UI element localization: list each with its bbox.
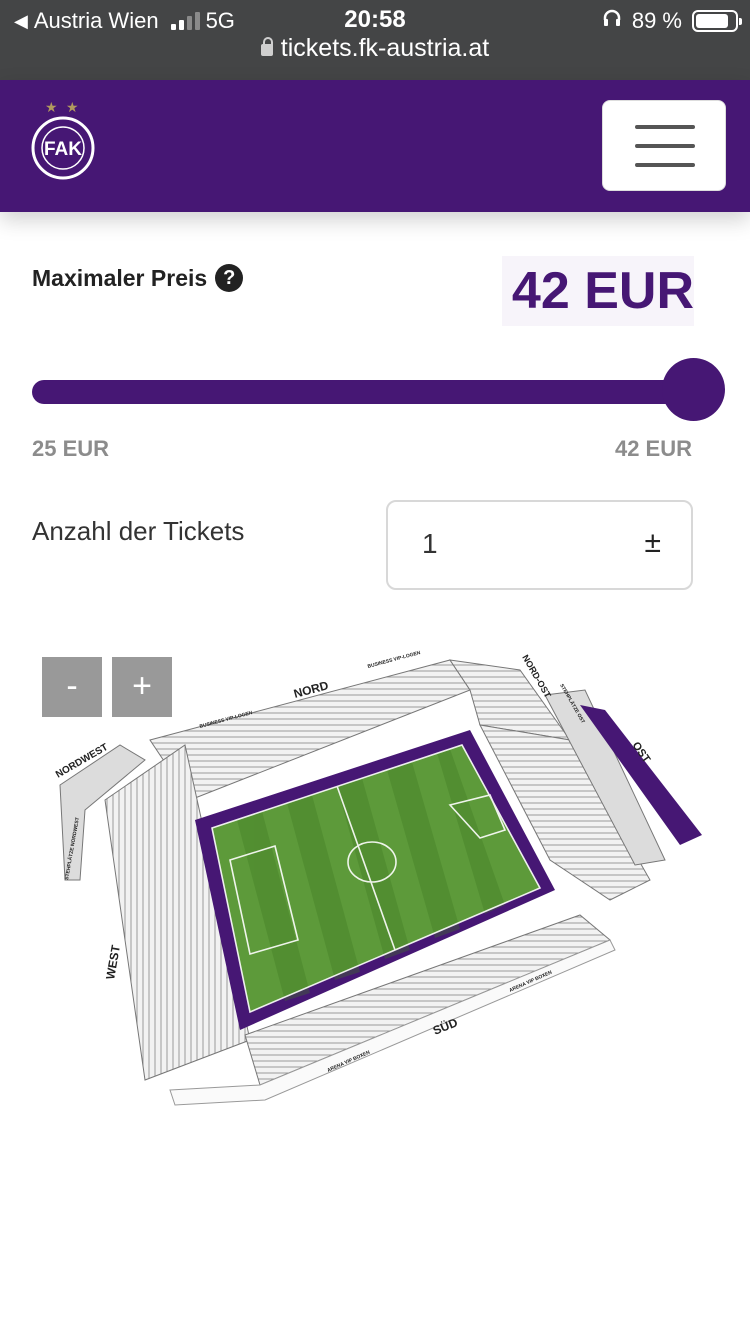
ticket-count-input[interactable]: 1 ±	[386, 500, 693, 590]
help-icon[interactable]: ?	[215, 264, 244, 292]
svg-text:★: ★	[66, 100, 79, 116]
battery-percent: 89 %	[631, 8, 682, 33]
svg-text:★: ★	[45, 100, 58, 116]
battery-icon	[692, 10, 742, 32]
section-label-west: WEST	[103, 943, 123, 980]
menu-line-icon	[635, 144, 695, 148]
price-slider-track[interactable]	[32, 380, 702, 404]
stadium-map[interactable]: NORD NORDWEST WEST SÜD OST NORD-OST BUSI…	[50, 650, 710, 1110]
logo-text: FAK	[44, 139, 82, 160]
ticket-count-label: Anzahl der Tickets	[32, 516, 245, 546]
site-header: ★ ★ FAK	[0, 80, 750, 212]
plus-minus-stepper-icon[interactable]: ±	[645, 528, 661, 558]
url-text: tickets.fk-austria.at	[280, 34, 490, 62]
max-price-value: 42 EUR	[502, 256, 694, 326]
menu-line-icon	[635, 125, 695, 129]
browser-status-bar: ◀ Austria Wien 5G 20:58 89 % tickets.fk-…	[0, 0, 750, 80]
menu-line-icon	[635, 163, 695, 167]
club-logo[interactable]: ★ ★ FAK	[30, 98, 96, 188]
status-right: 89 %	[602, 8, 742, 34]
section-label-business-vip-logen-top: BUSINESS VIP-LOGEN	[367, 650, 422, 670]
address-bar[interactable]: tickets.fk-austria.at	[0, 34, 750, 63]
price-slider-thumb[interactable]	[662, 358, 725, 421]
map-zoom-out-button[interactable]: -	[42, 657, 102, 717]
lock-icon	[260, 37, 273, 56]
map-zoom-in-button[interactable]: +	[112, 657, 172, 717]
max-price-label: Maximaler Preis ?	[32, 264, 244, 292]
ticket-count-value: 1	[422, 528, 438, 559]
price-max-label: 42 EUR	[614, 436, 692, 461]
price-min-label: 25 EUR	[32, 436, 110, 461]
hamburger-menu-button[interactable]	[602, 100, 726, 191]
headphones-icon	[602, 8, 622, 34]
max-price-text: Maximaler Preis	[32, 264, 208, 291]
